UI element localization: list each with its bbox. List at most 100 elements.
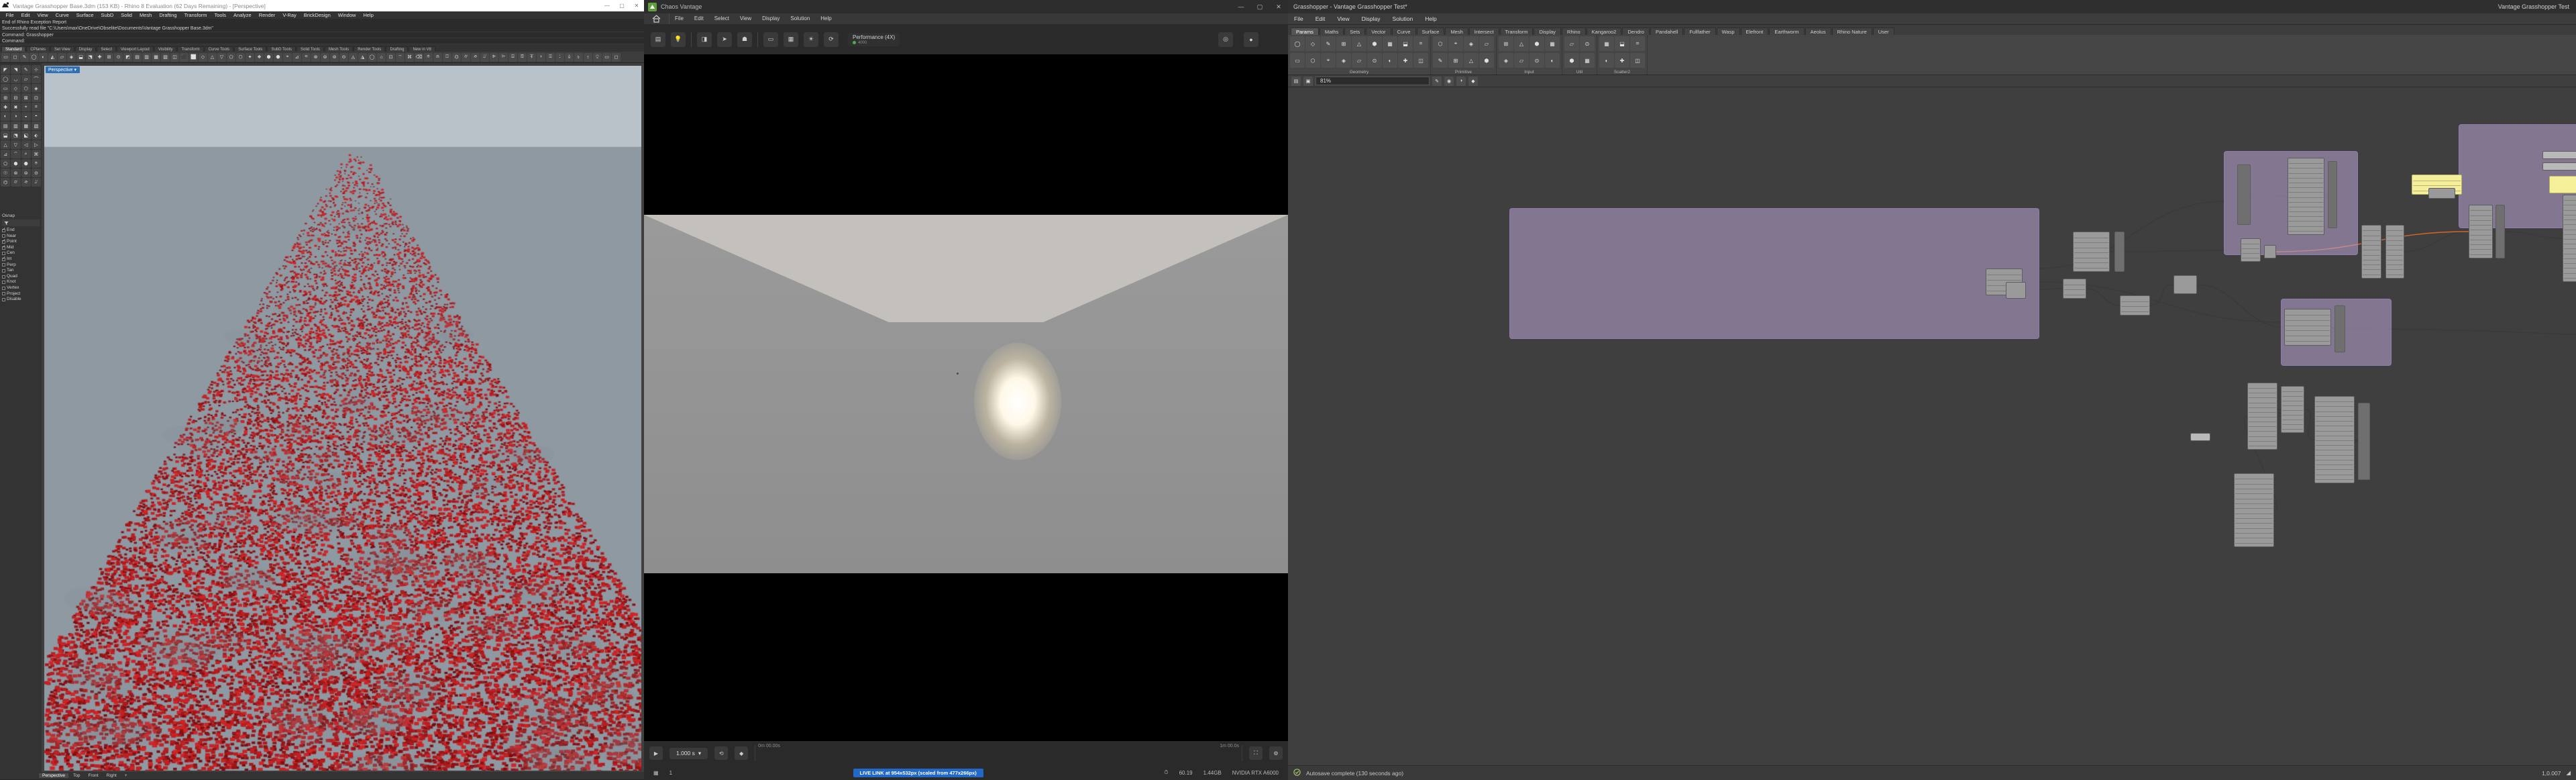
rhino-toolbar-icon-5[interactable]: ◭ [48,52,57,62]
person-icon[interactable]: ☗ [737,32,752,47]
grasshopper-menu-help[interactable]: Help [1419,13,1442,25]
rhino-left-tool-32[interactable]: △ [1,140,11,149]
grasshopper-component-button-geometry-8[interactable]: △ [1352,36,1366,51]
rhino-left-tool-37[interactable]: ⌔ [11,150,21,158]
grid-icon[interactable]: ▦ [648,770,664,776]
rhino-left-tool-50[interactable]: ⌮ [21,178,31,187]
vantage-time-field[interactable]: 1.000 s ▾ [669,747,708,759]
grasshopper-component-button-input-3[interactable]: ▱ [1514,53,1529,68]
grasshopper-component-button-primitive-7[interactable]: ⬢ [1479,53,1494,68]
grasshopper-ribbon-tab-curve[interactable]: Curve [1391,28,1416,35]
rhino-toolbar-icon-44[interactable]: ⌫ [415,52,423,62]
rhino-toolbar-tab-new-in-v8[interactable]: New in V8 [409,46,435,52]
rhino-left-tool-51[interactable]: ⌰ [31,178,41,187]
rhino-menu-help[interactable]: Help [360,11,377,19]
rhino-toolbar-tab-set-view[interactable]: Set View [50,46,74,52]
rhino-toolbar-tab-visibility[interactable]: Visibility [154,46,177,52]
rhino-left-tool-4[interactable]: ◯ [1,75,11,83]
rhino-left-tool-19[interactable]: ⌗ [31,103,41,111]
rhino-toolbar-icon-32[interactable]: ⌗ [302,52,311,62]
rhino-menu-drafting[interactable]: Drafting [156,11,180,19]
fullscreen-icon[interactable]: ⛶ [1249,746,1263,760]
rhino-left-tool-3[interactable]: ⊹ [31,65,41,74]
rhino-toolbar-tab-cplanes[interactable]: CPlanes [26,46,50,52]
save-icon[interactable]: ▣ [1303,76,1313,86]
grasshopper-component-12[interactable] [2361,225,2381,279]
grasshopper-component-button-util-0[interactable]: ▱ [1564,36,1579,51]
rhino-toolbar-icon-14[interactable]: ▤ [133,52,142,62]
rhino-left-tool-12[interactable]: ⊞ [1,93,11,102]
rhino-left-tool-17[interactable]: ✖ [11,103,21,111]
vantage-menu-select[interactable]: Select [709,13,735,24]
rhino-menu-render[interactable]: Render [255,11,279,19]
rhino-toolbar-tab-curve-tools[interactable]: Curve Tools [204,46,234,52]
rhino-toolbar-icon-7[interactable]: ◈ [67,52,76,62]
vantage-render-image[interactable] [644,215,1288,573]
rhino-toolbar-icon-57[interactable]: ⍖ [537,52,545,62]
rhino-osnap-item-mid[interactable]: Mid [2,244,40,251]
grasshopper-component-7[interactable] [2549,176,2576,193]
vantage-maximize-button[interactable]: ▢ [1250,0,1269,13]
grasshopper-component-26[interactable] [2281,386,2304,433]
vantage-menu-file[interactable]: File [669,13,689,24]
play-icon[interactable]: ▶ [649,746,663,760]
checkbox-icon[interactable] [2,227,6,233]
rhino-osnap-item-point[interactable]: Point [2,238,40,245]
rhino-left-tool-44[interactable]: ☉ [1,168,11,177]
rhino-toolbar-icon-12[interactable]: ⊙ [114,52,123,62]
grasshopper-component-5[interactable] [2542,151,2576,159]
rhino-toolbar-icon-0[interactable]: ▭ [1,52,10,62]
grasshopper-component-button-geometry-13[interactable]: ◐ [1383,53,1397,68]
rhino-left-tool-24[interactable]: ▤ [1,121,11,130]
grasshopper-component-25[interactable] [2247,383,2277,450]
rhino-left-tool-11[interactable]: ◈ [31,84,41,93]
grasshopper-ribbon-tab-rhino[interactable]: Rhino [1562,28,1586,35]
grasshopper-component-6[interactable] [2542,162,2576,170]
palette-icon[interactable]: ◑ [1456,76,1466,86]
rhino-command-history[interactable]: End of Rhino Exception Report Successful… [0,19,644,32]
rhino-toolbar-tab-solid-tools[interactable]: Solid Tools [297,46,324,52]
rhino-toolbar-icon-27[interactable]: ❖ [255,52,264,62]
rhino-maximize-button[interactable]: ▢ [614,0,629,11]
rhino-left-tool-23[interactable]: ◓ [31,112,41,121]
vantage-menu-edit[interactable]: Edit [689,13,709,24]
grasshopper-ribbon-tab-dendro[interactable]: Dendro [1622,28,1650,35]
camera-icon[interactable]: ◨ [697,32,712,47]
rhino-toolbar-icon-41[interactable]: ⊡ [386,52,395,62]
rhino-left-tool-35[interactable]: ▷ [31,140,41,149]
grasshopper-component-button-util-3[interactable]: ▦ [1580,53,1595,68]
rhino-toolbar-tab-drafting[interactable]: Drafting [386,46,409,52]
rhino-left-tool-1[interactable]: ◥ [11,65,21,74]
rhino-left-tool-7[interactable]: ⌒ [31,75,41,83]
rhino-toolbar-icon-25[interactable]: ⬡ [236,52,245,62]
rhino-menu-mesh[interactable]: Mesh [136,11,155,19]
grasshopper-component-button-scatter2-2[interactable]: ⬓ [1615,36,1629,51]
rhino-osnap-item-end[interactable]: End [2,227,40,234]
rhino-left-tool-48[interactable]: ⌬ [1,178,11,187]
grasshopper-component-button-geometry-7[interactable]: ◈ [1336,53,1351,68]
grasshopper-menu-solution[interactable]: Solution [1387,13,1419,25]
rhino-toolbar-icon-42[interactable]: ⌔ [396,52,405,62]
rhino-viewport-tab-front[interactable]: Front [85,773,101,778]
rhino-toolbar-icon-11[interactable]: ⊞ [105,52,113,62]
layers-icon[interactable]: ▤ [651,32,665,47]
grasshopper-ribbon-tab-params[interactable]: Params [1291,28,1319,35]
grasshopper-component-button-geometry-6[interactable]: ⊞ [1336,36,1351,51]
rhino-toolbar-icon-62[interactable]: ⍛ [584,52,592,62]
chevron-down-icon[interactable]: ▾ [74,68,77,72]
grasshopper-component-button-input-6[interactable]: ▦ [1545,36,1560,51]
rhino-left-tool-36[interactable]: ⊿ [1,150,11,158]
rhino-left-tool-40[interactable]: ⬠ [1,159,11,168]
rhino-toolbar-icon-64[interactable]: ▭ [602,52,611,62]
grasshopper-menu-display[interactable]: Display [1356,13,1387,25]
rhino-toolbar-icon-33[interactable]: ⊛ [311,52,320,62]
rhino-toolbar-tab-standard[interactable]: Standard [1,46,26,52]
rhino-toolbar-icon-56[interactable]: ⍕ [527,52,536,62]
grasshopper-menu-edit[interactable]: Edit [1309,13,1332,25]
rhino-toolbar-icon-60[interactable]: ⍙ [565,52,574,62]
checkbox-icon[interactable] [2,297,5,301]
rhino-toolbar-icon-51[interactable]: ⌰ [480,52,489,62]
grasshopper-component-21[interactable] [2120,295,2150,315]
rhino-toolbar-icon-18[interactable]: ◫ [170,52,179,62]
rhino-left-tool-41[interactable]: ⬢ [11,159,21,168]
